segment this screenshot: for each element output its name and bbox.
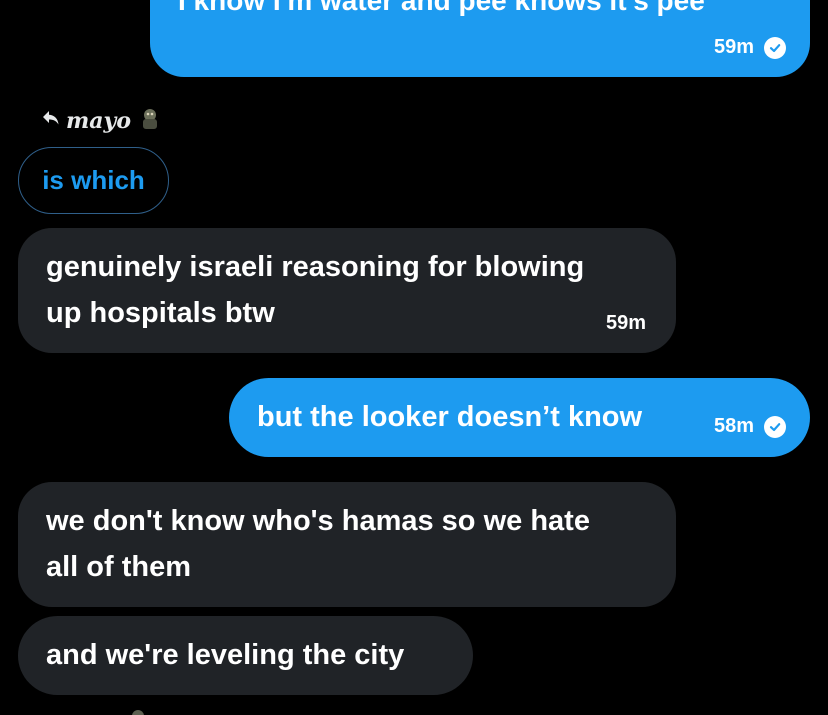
message-time: 58m [713,415,754,437]
message-meta: 59m [606,312,646,335]
reply-to-name: mayo [66,107,131,134]
avatar-icon [128,706,148,715]
avatar-icon [137,106,163,135]
message-text-line: genuinely israeli reasoning for blowing [46,251,585,283]
message-time: 59m [605,312,646,334]
dm-conversation: I know I'm water and pee knows it's pee … [0,0,828,715]
message-bubble-incoming[interactable]: genuinely israeli reasoning for blowing … [18,228,676,353]
message-text-line: we don't know who's hamas so we hate [46,505,590,537]
message-meta: 59m [714,36,786,59]
message-text-line: up hospitals btw [46,297,275,329]
message-text-line: all of them [46,551,192,583]
quoted-message[interactable]: is which [18,147,169,214]
message-text: but the looker doesn’t know [257,401,643,433]
quoted-text: is which [42,165,145,195]
message-time: 59m [713,36,754,58]
reply-indicator[interactable]: mayo [42,106,163,135]
reply-arrow-icon [42,110,60,131]
message-text: I know I'm water and pee knows it's pee [178,0,705,16]
message-meta: 58m [714,415,786,438]
message-bubble-incoming[interactable]: and we're leveling the city [18,616,473,695]
message-text: and we're leveling the city [46,639,405,671]
check-circle-icon [764,36,786,59]
message-bubble-outgoing[interactable]: but the looker doesn’t know 58m [229,378,810,457]
message-bubble-outgoing[interactable]: I know I'm water and pee knows it's pee … [150,0,810,77]
check-circle-icon [764,415,786,438]
message-bubble-incoming[interactable]: we don't know who's hamas so we hate all… [18,482,676,607]
